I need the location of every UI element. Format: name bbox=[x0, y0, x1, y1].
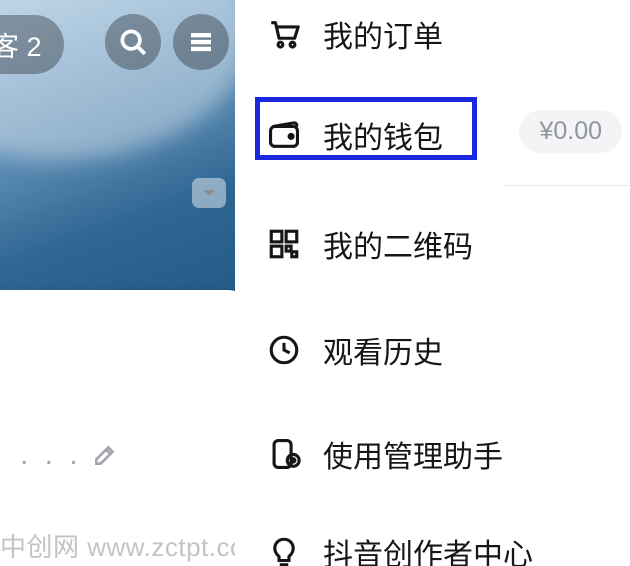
menu-item-qr[interactable]: 我的二维码 bbox=[267, 222, 473, 266]
menu-item-label: 我的订单 bbox=[323, 12, 443, 56]
background-app-pane: 客 2 . . . 中创网 www.zctpt.com bbox=[0, 0, 235, 566]
menu-divider bbox=[505, 185, 630, 186]
edit-row[interactable]: . . . bbox=[0, 438, 118, 472]
wallet-balance-pill[interactable]: ¥0.00 bbox=[519, 110, 622, 153]
menu-item-label: 观看历史 bbox=[323, 328, 443, 372]
edit-dots: . . . bbox=[20, 438, 82, 472]
wallet-highlight-box bbox=[255, 97, 477, 160]
visitor-badge-text: 客 2 bbox=[0, 32, 42, 62]
menu-button[interactable] bbox=[173, 14, 229, 70]
pencil-icon bbox=[92, 442, 118, 468]
visitor-badge[interactable]: 客 2 bbox=[0, 15, 64, 74]
lightbulb-icon bbox=[267, 535, 301, 566]
cart-icon bbox=[267, 17, 301, 51]
menu-item-history[interactable]: 观看历史 bbox=[267, 328, 443, 372]
phone-settings-icon bbox=[267, 437, 301, 471]
menu-item-label: 抖音创作者中心 bbox=[323, 530, 533, 566]
expand-chip[interactable] bbox=[192, 178, 226, 208]
wallet-balance-text: ¥0.00 bbox=[539, 117, 602, 145]
menu-item-orders[interactable]: 我的订单 bbox=[267, 12, 443, 56]
search-button[interactable] bbox=[105, 14, 161, 70]
hamburger-icon bbox=[186, 27, 216, 57]
qr-icon bbox=[267, 227, 301, 261]
menu-item-creator[interactable]: 抖音创作者中心 bbox=[267, 530, 533, 566]
chevron-down-icon bbox=[202, 186, 216, 200]
clock-icon bbox=[267, 333, 301, 367]
source-watermark: 中创网 www.zctpt.com bbox=[0, 527, 235, 564]
search-icon bbox=[118, 27, 148, 57]
menu-item-label: 使用管理助手 bbox=[323, 432, 503, 476]
profile-card bbox=[0, 290, 235, 566]
side-menu: 我的订单 我的钱包 我的二维码 观看历史 使用管理助手 抖音创作者中心 bbox=[235, 0, 630, 566]
menu-item-label: 我的二维码 bbox=[323, 222, 473, 266]
menu-item-helper[interactable]: 使用管理助手 bbox=[267, 432, 503, 476]
